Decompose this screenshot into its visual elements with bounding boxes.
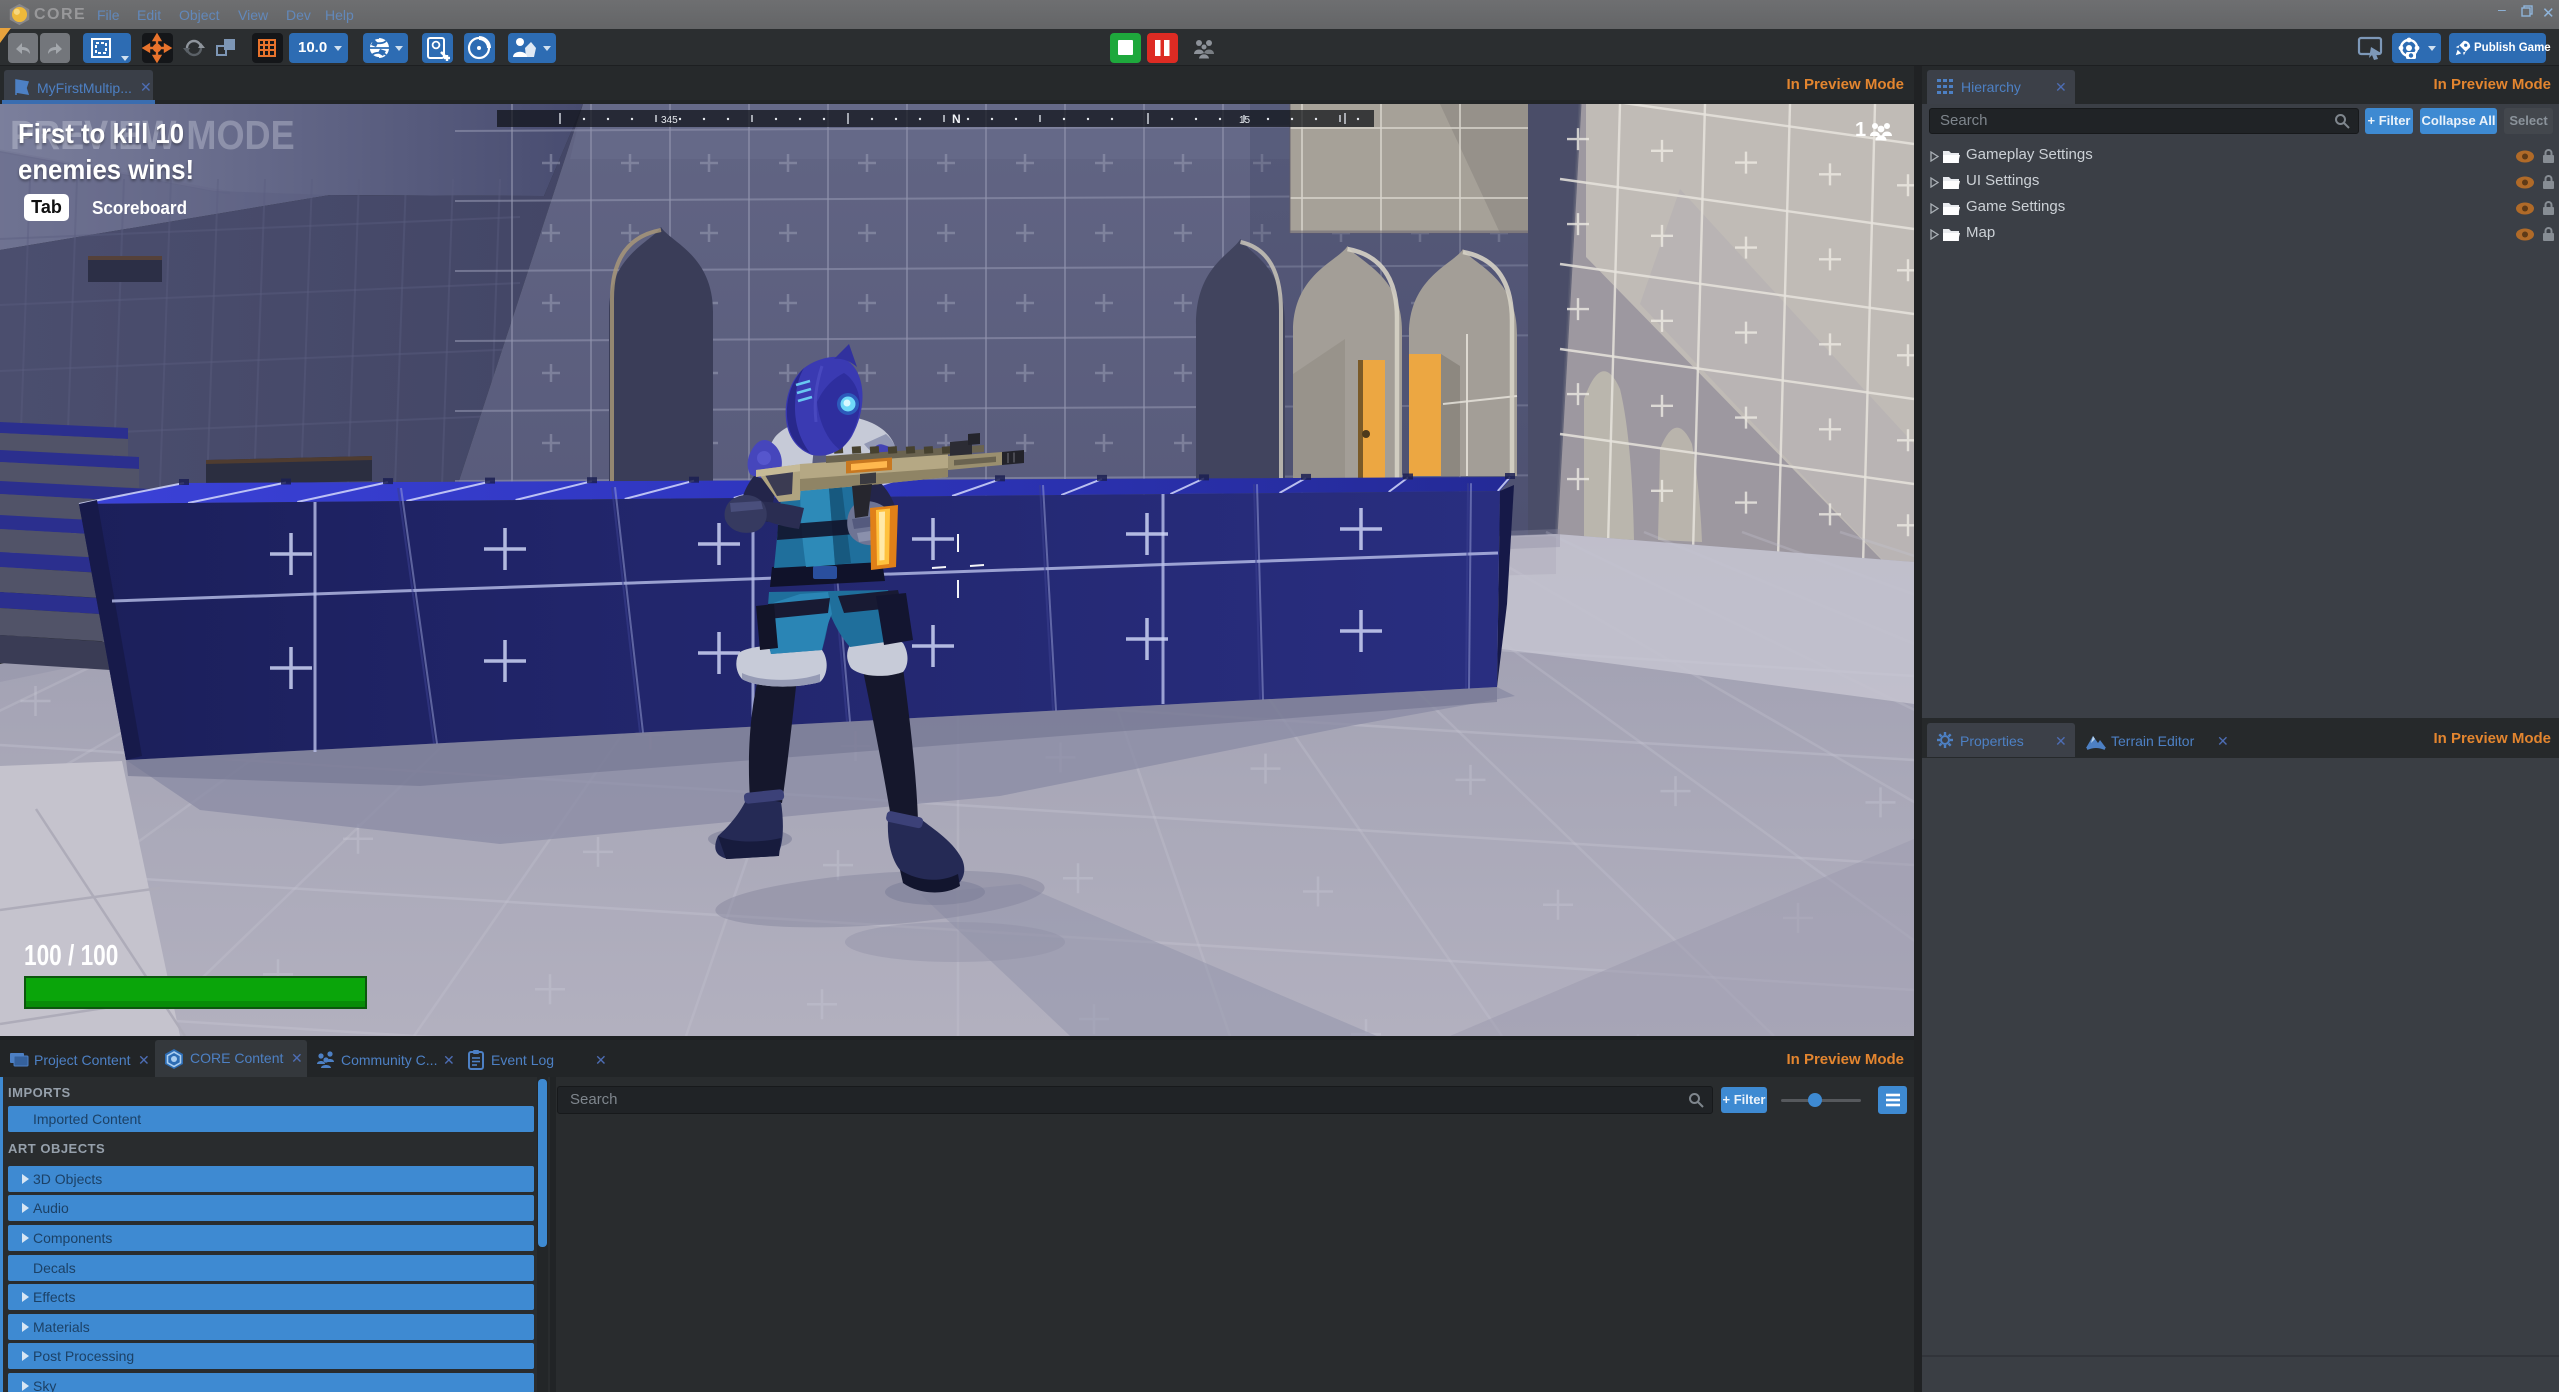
svg-text:345: 345: [661, 115, 678, 126]
svg-text:N: N: [952, 112, 961, 126]
svg-text:15: 15: [1239, 115, 1251, 126]
